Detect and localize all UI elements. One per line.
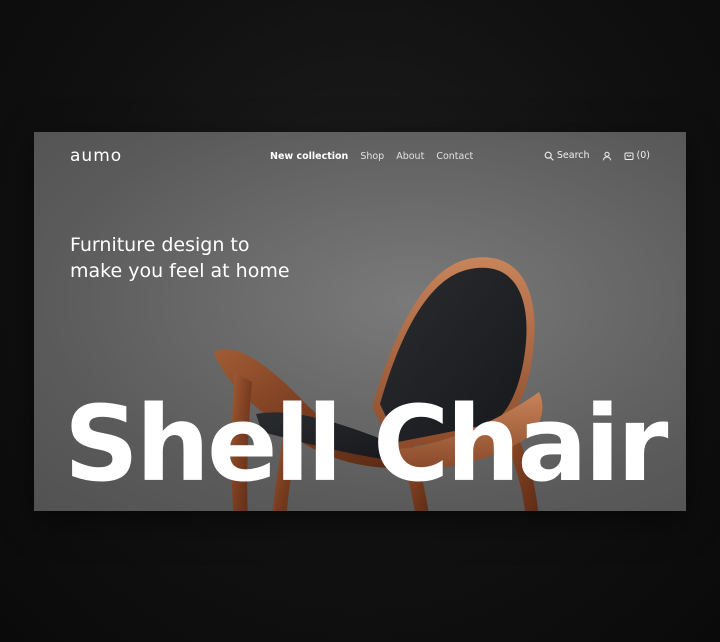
cart-icon — [624, 152, 634, 160]
header-actions: Search (0) — [544, 150, 650, 161]
search-button[interactable]: Search — [544, 150, 590, 161]
hero-tagline: Furniture design to make you feel at hom… — [70, 232, 330, 284]
cart-count: (0) — [636, 150, 650, 161]
hero-card: aumo New collection Shop About Contact S… — [34, 132, 686, 511]
hero-title: Shell Chair — [64, 383, 668, 505]
nav-item-new-collection[interactable]: New collection — [270, 151, 348, 162]
tagline-line-1: Furniture design to — [70, 234, 250, 256]
search-label: Search — [556, 150, 590, 161]
nav-item-shop[interactable]: Shop — [360, 151, 384, 162]
tagline-line-2: make you feel at home — [70, 260, 290, 282]
cart-button[interactable]: (0) — [624, 150, 650, 161]
nav-item-about[interactable]: About — [396, 151, 424, 162]
user-icon — [602, 151, 611, 160]
account-button[interactable] — [602, 151, 612, 161]
nav-item-contact[interactable]: Contact — [436, 151, 473, 162]
brand-logo[interactable]: aumo — [70, 146, 122, 166]
search-icon — [544, 151, 554, 161]
main-menu: New collection Shop About Contact — [270, 151, 473, 162]
top-navigation: aumo New collection Shop About Contact S… — [34, 132, 686, 180]
